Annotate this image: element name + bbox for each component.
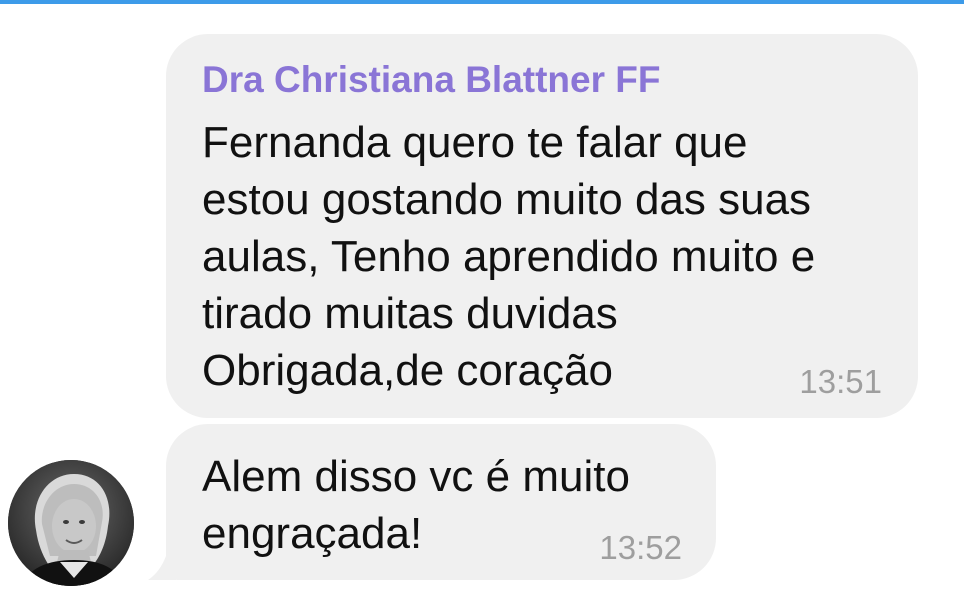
- message-line: Fernanda quero te falar que: [202, 118, 748, 167]
- sender-name[interactable]: Dra Christiana Blattner FF: [202, 58, 660, 102]
- message-line: Obrigada,de coração: [202, 346, 613, 395]
- message-line: aulas, Tenho aprendido muito e: [202, 232, 816, 281]
- message-text: Alem disso vc é muito engraçada!: [202, 448, 630, 562]
- message-bubble[interactable]: Alem disso vc é muito engraçada! 13:52: [166, 424, 716, 580]
- header-accent-bar: [0, 0, 964, 4]
- message-bubble[interactable]: Dra Christiana Blattner FF Fernanda quer…: [166, 34, 918, 418]
- message-line: engraçada!: [202, 509, 423, 558]
- user-avatar[interactable]: [8, 460, 134, 586]
- message-line: tirado muitas duvidas: [202, 289, 618, 338]
- message-text: Fernanda quero te falar que estou gostan…: [202, 114, 815, 399]
- user-avatar-photo-icon: [8, 460, 134, 586]
- chat-screen: Dra Christiana Blattner FF Fernanda quer…: [0, 0, 964, 604]
- message-line: Alem disso vc é muito: [202, 452, 630, 501]
- message-line: estou gostando muito das suas: [202, 175, 812, 224]
- message-timestamp: 13:52: [599, 529, 682, 566]
- message-timestamp: 13:51: [799, 363, 882, 400]
